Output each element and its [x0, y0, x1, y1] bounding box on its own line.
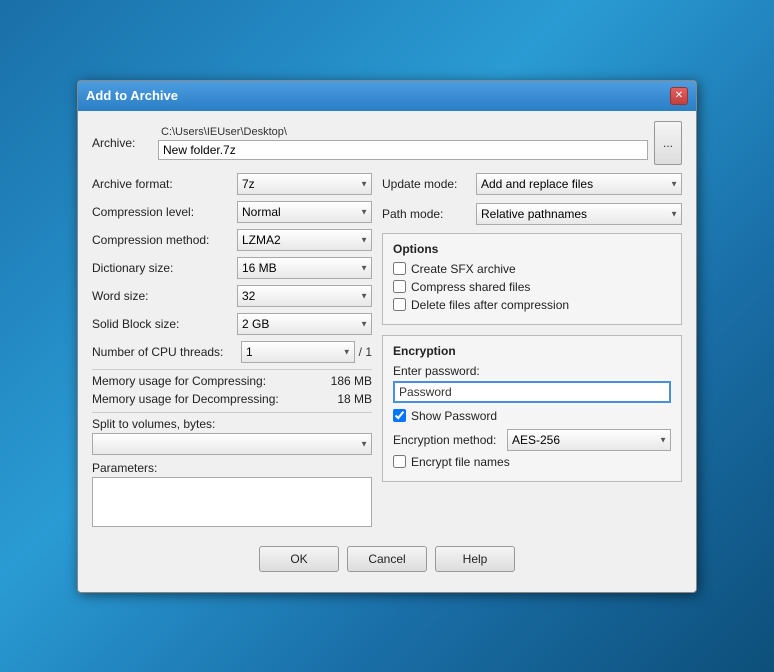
encrypt-names-label[interactable]: Encrypt file names — [411, 455, 510, 469]
cpu-threads-select[interactable]: 1 — [241, 341, 355, 363]
options-title: Options — [393, 242, 671, 256]
dictionary-size-select-wrap: 16 MB8 MB32 MB — [237, 257, 372, 279]
show-password-checkbox[interactable] — [393, 409, 406, 422]
params-row: Parameters: — [92, 461, 372, 530]
memory-decompress-value: 18 MB — [337, 392, 372, 406]
help-button[interactable]: Help — [435, 546, 515, 572]
password-input[interactable] — [393, 381, 671, 403]
update-mode-row: Update mode: Add and replace files Updat… — [382, 173, 682, 195]
title-bar: Add to Archive ✕ — [78, 81, 696, 111]
compress-shared-row: Compress shared files — [393, 280, 671, 294]
solid-block-select[interactable]: 2 GB1 GB4 GB — [237, 313, 372, 335]
archive-format-label: Archive format: — [92, 177, 237, 191]
cpu-threads-max: / 1 — [359, 345, 372, 359]
path-mode-select-wrap: Relative pathnames No pathnames Absolute… — [476, 203, 682, 225]
encrypt-names-row: Encrypt file names — [393, 455, 671, 469]
path-mode-label: Path mode: — [382, 207, 472, 221]
compression-level-row: Compression level: NormalStoreFast — [92, 201, 372, 223]
compression-level-select[interactable]: NormalStoreFast — [237, 201, 372, 223]
show-password-label[interactable]: Show Password — [411, 409, 497, 423]
browse-button[interactable]: ... — [654, 121, 682, 165]
split-select[interactable] — [92, 433, 372, 455]
delete-after-label[interactable]: Delete files after compression — [411, 298, 569, 312]
archive-format-select-wrap: 7zziptar — [237, 173, 372, 195]
archive-label: Archive: — [92, 136, 152, 150]
dictionary-size-row: Dictionary size: 16 MB8 MB32 MB — [92, 257, 372, 279]
dictionary-size-label: Dictionary size: — [92, 261, 237, 275]
right-panel: Update mode: Add and replace files Updat… — [382, 173, 682, 536]
compression-level-label: Compression level: — [92, 205, 237, 219]
archive-row: Archive: C:\Users\IEUser\Desktop\ ... — [92, 121, 682, 165]
separator2 — [92, 412, 372, 413]
word-size-label: Word size: — [92, 289, 237, 303]
delete-after-checkbox[interactable] — [393, 298, 406, 311]
memory-compress-value: 186 MB — [331, 374, 372, 388]
cpu-threads-label: Number of CPU threads: — [92, 345, 237, 359]
update-mode-label: Update mode: — [382, 177, 472, 191]
word-size-select-wrap: 321664 — [237, 285, 372, 307]
memory-compress-row: Memory usage for Compressing: 186 MB — [92, 374, 372, 388]
compression-method-label: Compression method: — [92, 233, 237, 247]
memory-decompress-row: Memory usage for Decompressing: 18 MB — [92, 392, 372, 406]
word-size-row: Word size: 321664 — [92, 285, 372, 307]
split-row: Split to volumes, bytes: — [92, 417, 372, 455]
split-label: Split to volumes, bytes: — [92, 417, 372, 431]
separator — [92, 369, 372, 370]
compress-shared-checkbox[interactable] — [393, 280, 406, 293]
compress-shared-label[interactable]: Compress shared files — [411, 280, 530, 294]
archive-format-select[interactable]: 7zziptar — [237, 173, 372, 195]
left-panel: Archive format: 7zziptar Compression lev… — [92, 173, 372, 536]
memory-compress-label: Memory usage for Compressing: — [92, 374, 331, 388]
archive-path-wrap: C:\Users\IEUser\Desktop\ — [158, 125, 648, 160]
main-content: Archive format: 7zziptar Compression lev… — [92, 173, 682, 536]
dialog-body: Archive: C:\Users\IEUser\Desktop\ ... Ar… — [78, 111, 696, 592]
solid-block-select-wrap: 2 GB1 GB4 GB — [237, 313, 372, 335]
compression-level-select-wrap: NormalStoreFast — [237, 201, 372, 223]
add-to-archive-dialog: Add to Archive ✕ Archive: C:\Users\IEUse… — [77, 80, 697, 593]
archive-format-row: Archive format: 7zziptar — [92, 173, 372, 195]
params-input[interactable] — [92, 477, 372, 527]
encrypt-names-checkbox[interactable] — [393, 455, 406, 468]
enc-method-label: Encryption method: — [393, 433, 503, 447]
solid-block-label: Solid Block size: — [92, 317, 237, 331]
cpu-threads-select-wrap: 1 — [241, 341, 355, 363]
archive-path-line1: C:\Users\IEUser\Desktop\ — [158, 125, 648, 139]
create-sfx-checkbox[interactable] — [393, 262, 406, 275]
split-select-wrap — [92, 433, 372, 455]
word-size-select[interactable]: 321664 — [237, 285, 372, 307]
path-mode-select[interactable]: Relative pathnames No pathnames Absolute… — [476, 203, 682, 225]
archive-input[interactable] — [158, 140, 648, 160]
dictionary-size-select[interactable]: 16 MB8 MB32 MB — [237, 257, 372, 279]
compression-method-row: Compression method: LZMA2LZMAPPMd — [92, 229, 372, 251]
ok-button[interactable]: OK — [259, 546, 339, 572]
enc-method-select-wrap: AES-256 ZipCrypto — [507, 429, 671, 451]
options-group: Options Create SFX archive Compress shar… — [382, 233, 682, 325]
enc-method-row: Encryption method: AES-256 ZipCrypto — [393, 429, 671, 451]
encryption-title: Encryption — [393, 344, 671, 358]
enter-password-label: Enter password: — [393, 364, 671, 378]
button-bar: OK Cancel Help — [92, 536, 682, 578]
encryption-group: Encryption Enter password: Show Password… — [382, 335, 682, 482]
update-mode-select[interactable]: Add and replace files Update and add fil… — [476, 173, 682, 195]
show-password-row: Show Password — [393, 409, 671, 423]
path-mode-row: Path mode: Relative pathnames No pathnam… — [382, 203, 682, 225]
delete-after-row: Delete files after compression — [393, 298, 671, 312]
create-sfx-label[interactable]: Create SFX archive — [411, 262, 516, 276]
close-button[interactable]: ✕ — [670, 87, 688, 105]
solid-block-row: Solid Block size: 2 GB1 GB4 GB — [92, 313, 372, 335]
create-sfx-row: Create SFX archive — [393, 262, 671, 276]
cancel-button[interactable]: Cancel — [347, 546, 427, 572]
cpu-threads-row: Number of CPU threads: 1 / 1 — [92, 341, 372, 363]
update-mode-select-wrap: Add and replace files Update and add fil… — [476, 173, 682, 195]
memory-decompress-label: Memory usage for Decompressing: — [92, 392, 337, 406]
dialog-title: Add to Archive — [86, 88, 178, 103]
compression-method-select[interactable]: LZMA2LZMAPPMd — [237, 229, 372, 251]
compression-method-select-wrap: LZMA2LZMAPPMd — [237, 229, 372, 251]
params-label: Parameters: — [92, 461, 372, 475]
enc-method-select[interactable]: AES-256 ZipCrypto — [507, 429, 671, 451]
